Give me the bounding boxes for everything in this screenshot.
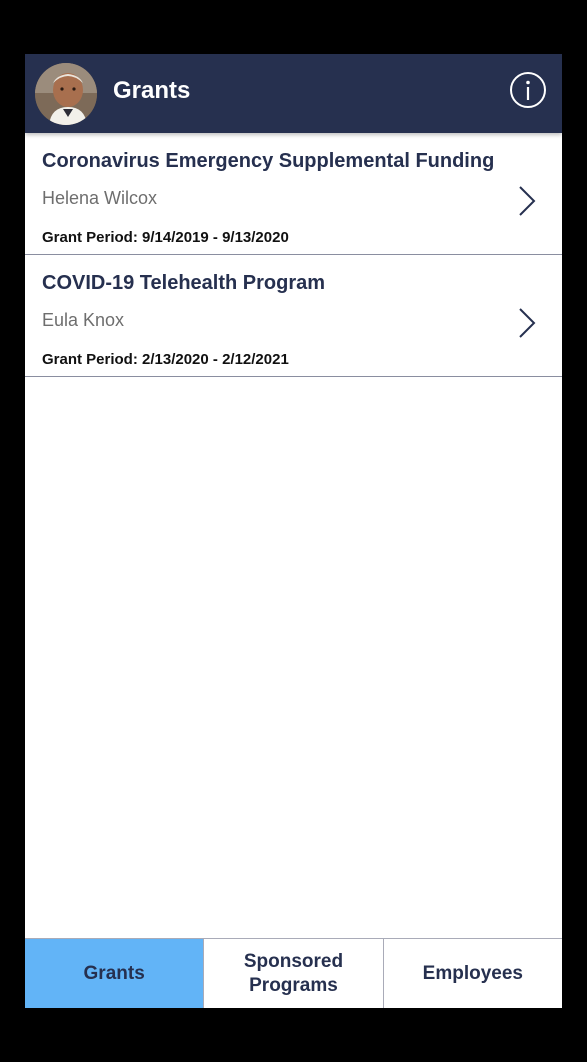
chevron-right-icon[interactable] [517, 307, 537, 339]
phone-frame: Grants Coronavirus Emergency Supplementa… [0, 0, 587, 1062]
header-bar: Grants [25, 54, 562, 133]
grant-person: Eula Knox [42, 310, 125, 330]
app-screen: Grants Coronavirus Emergency Supplementa… [25, 54, 562, 1008]
info-icon [510, 72, 546, 108]
list-item[interactable]: COVID-19 Telehealth Program Eula Knox Gr… [25, 255, 562, 377]
grant-title: COVID-19 Telehealth Program [42, 272, 326, 294]
avatar[interactable] [35, 63, 97, 125]
grant-period: Grant Period: 9/14/2019 - 9/13/2020 [42, 229, 289, 246]
user-avatar-icon [35, 63, 97, 125]
chevron-right-icon[interactable] [517, 185, 537, 217]
tab-label: Sponsored Programs [243, 951, 344, 996]
page-title: Grants [113, 77, 191, 104]
grants-list: Coronavirus Emergency Supplemental Fundi… [25, 133, 562, 377]
tab-sponsored-programs[interactable]: Sponsored Programs [203, 939, 382, 1008]
list-item[interactable]: Coronavirus Emergency Supplemental Fundi… [25, 133, 562, 255]
tab-employees[interactable]: Employees [382, 939, 562, 1008]
grant-person: Helena Wilcox [42, 188, 158, 208]
grant-title: Coronavirus Emergency Supplemental Fundi… [42, 150, 495, 172]
tab-grants[interactable]: Grants [25, 939, 204, 1008]
grant-period: Grant Period: 2/13/2020 - 2/12/2021 [42, 351, 289, 368]
bottom-tab-bar: Grants Sponsored Programs Employees [25, 938, 562, 1008]
info-button[interactable] [509, 71, 547, 109]
